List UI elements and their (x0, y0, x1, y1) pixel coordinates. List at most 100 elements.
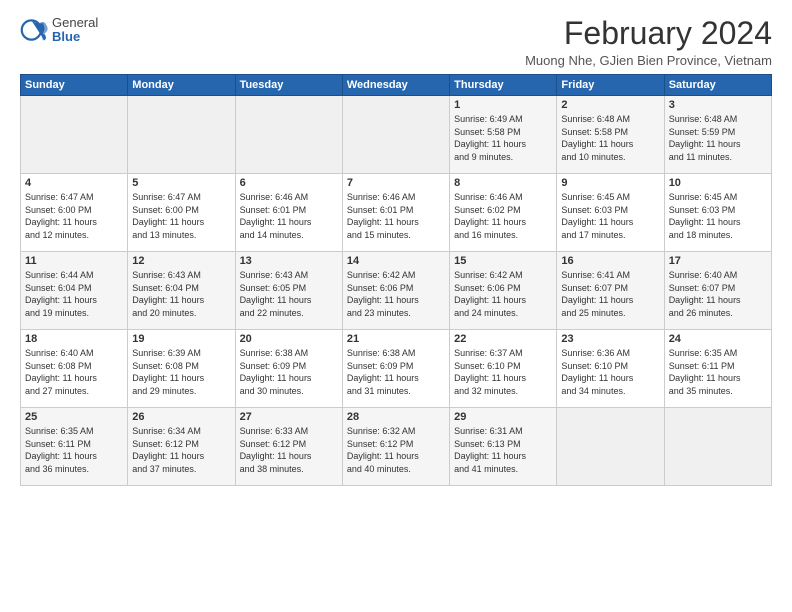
day-info: Sunrise: 6:39 AMSunset: 6:08 PMDaylight:… (132, 347, 230, 397)
day-info: Sunrise: 6:46 AMSunset: 6:01 PMDaylight:… (240, 191, 338, 241)
day-number: 8 (454, 177, 552, 189)
header-row: SundayMondayTuesdayWednesdayThursdayFrid… (21, 75, 772, 96)
calendar-cell (557, 408, 664, 486)
day-number: 26 (132, 411, 230, 423)
calendar-body: 1Sunrise: 6:49 AMSunset: 5:58 PMDaylight… (21, 96, 772, 486)
day-number: 28 (347, 411, 445, 423)
calendar-cell: 28 Sunrise: 6:32 AMSunset: 6:12 PMDayligh… (342, 408, 449, 486)
day-info: Sunrise: 6:41 AMSunset: 6:07 PMDaylight:… (561, 269, 659, 319)
calendar-cell: 19 Sunrise: 6:39 AMSunset: 6:08 PMDayligh… (128, 330, 235, 408)
calendar-cell: 16 Sunrise: 6:41 AMSunset: 6:07 PMDayligh… (557, 252, 664, 330)
day-number: 19 (132, 333, 230, 345)
calendar-cell: 12 Sunrise: 6:43 AMSunset: 6:04 PMDayligh… (128, 252, 235, 330)
day-info: Sunrise: 6:40 AMSunset: 6:07 PMDaylight:… (669, 269, 767, 319)
day-header-tuesday: Tuesday (235, 75, 342, 96)
day-info: Sunrise: 6:32 AMSunset: 6:12 PMDaylight:… (347, 425, 445, 475)
logo-text: General Blue (52, 16, 98, 45)
calendar-cell: 20 Sunrise: 6:38 AMSunset: 6:09 PMDayligh… (235, 330, 342, 408)
calendar-cell: 1Sunrise: 6:49 AMSunset: 5:58 PMDaylight… (450, 96, 557, 174)
day-info: Sunrise: 6:46 AMSunset: 6:02 PMDaylight:… (454, 191, 552, 241)
day-info: Sunrise: 6:35 AMSunset: 6:11 PMDaylight:… (25, 425, 123, 475)
week-row-3: 11Sunrise: 6:44 AMSunset: 6:04 PMDayligh… (21, 252, 772, 330)
day-info: Sunrise: 6:38 AMSunset: 6:09 PMDaylight:… (347, 347, 445, 397)
day-info: Sunrise: 6:36 AMSunset: 6:10 PMDaylight:… (561, 347, 659, 397)
week-row-4: 18 Sunrise: 6:40 AMSunset: 6:08 PMDayligh… (21, 330, 772, 408)
day-info: Sunrise: 6:43 AMSunset: 6:05 PMDaylight:… (240, 269, 338, 319)
calendar-cell: 15 Sunrise: 6:42 AMSunset: 6:06 PMDayligh… (450, 252, 557, 330)
day-info: Sunrise: 6:33 AMSunset: 6:12 PMDaylight:… (240, 425, 338, 475)
day-info: Sunrise: 6:48 AMSunset: 5:58 PMDaylight:… (561, 113, 659, 163)
calendar-cell: 24Sunrise: 6:35 AMSunset: 6:11 PMDayligh… (664, 330, 771, 408)
day-number: 24 (669, 333, 767, 345)
calendar-cell: 23 Sunrise: 6:36 AMSunset: 6:10 PMDayligh… (557, 330, 664, 408)
calendar-cell: 9 Sunrise: 6:45 AMSunset: 6:03 PMDaylight… (557, 174, 664, 252)
calendar-cell (21, 96, 128, 174)
day-number: 15 (454, 255, 552, 267)
day-number: 9 (561, 177, 659, 189)
title-section: February 2024 Muong Nhe, GJien Bien Prov… (525, 16, 772, 68)
day-number: 12 (132, 255, 230, 267)
calendar-cell (235, 96, 342, 174)
logo-blue-text: Blue (52, 30, 98, 44)
day-number: 25 (25, 411, 123, 423)
day-number: 3 (669, 99, 767, 111)
calendar-cell: 27 Sunrise: 6:33 AMSunset: 6:12 PMDayligh… (235, 408, 342, 486)
calendar-cell: 22 Sunrise: 6:37 AMSunset: 6:10 PMDayligh… (450, 330, 557, 408)
day-info: Sunrise: 6:45 AMSunset: 6:03 PMDaylight:… (561, 191, 659, 241)
calendar-cell: 21 Sunrise: 6:38 AMSunset: 6:09 PMDayligh… (342, 330, 449, 408)
calendar-cell: 14Sunrise: 6:42 AMSunset: 6:06 PMDayligh… (342, 252, 449, 330)
day-info: Sunrise: 6:42 AMSunset: 6:06 PMDaylight:… (454, 269, 552, 319)
header: General Blue February 2024 Muong Nhe, GJ… (20, 16, 772, 68)
day-number: 1 (454, 99, 552, 111)
calendar-cell: 3 Sunrise: 6:48 AMSunset: 5:59 PMDaylight… (664, 96, 771, 174)
day-number: 17 (669, 255, 767, 267)
day-info: Sunrise: 6:40 AMSunset: 6:08 PMDaylight:… (25, 347, 123, 397)
calendar-cell: 7Sunrise: 6:46 AMSunset: 6:01 PMDaylight… (342, 174, 449, 252)
day-number: 7 (347, 177, 445, 189)
day-info: Sunrise: 6:43 AMSunset: 6:04 PMDaylight:… (132, 269, 230, 319)
day-header-wednesday: Wednesday (342, 75, 449, 96)
calendar-header: SundayMondayTuesdayWednesdayThursdayFrid… (21, 75, 772, 96)
day-number: 10 (669, 177, 767, 189)
day-info: Sunrise: 6:48 AMSunset: 5:59 PMDaylight:… (669, 113, 767, 163)
calendar-cell: 8 Sunrise: 6:46 AMSunset: 6:02 PMDaylight… (450, 174, 557, 252)
week-row-2: 4Sunrise: 6:47 AMSunset: 6:00 PMDaylight… (21, 174, 772, 252)
calendar-cell: 2Sunrise: 6:48 AMSunset: 5:58 PMDaylight… (557, 96, 664, 174)
calendar-cell: 25 Sunrise: 6:35 AMSunset: 6:11 PMDayligh… (21, 408, 128, 486)
day-number: 6 (240, 177, 338, 189)
calendar-cell: 11Sunrise: 6:44 AMSunset: 6:04 PMDayligh… (21, 252, 128, 330)
week-row-5: 25 Sunrise: 6:35 AMSunset: 6:11 PMDayligh… (21, 408, 772, 486)
day-info: Sunrise: 6:34 AMSunset: 6:12 PMDaylight:… (132, 425, 230, 475)
day-header-saturday: Saturday (664, 75, 771, 96)
day-info: Sunrise: 6:47 AMSunset: 6:00 PMDaylight:… (132, 191, 230, 241)
logo: General Blue (20, 16, 98, 45)
day-number: 5 (132, 177, 230, 189)
logo-icon (20, 16, 48, 44)
calendar-cell: 29Sunrise: 6:31 AMSunset: 6:13 PMDayligh… (450, 408, 557, 486)
day-info: Sunrise: 6:42 AMSunset: 6:06 PMDaylight:… (347, 269, 445, 319)
page: General Blue February 2024 Muong Nhe, GJ… (0, 0, 792, 612)
calendar-cell (664, 408, 771, 486)
calendar-cell: 5 Sunrise: 6:47 AMSunset: 6:00 PMDaylight… (128, 174, 235, 252)
day-info: Sunrise: 6:38 AMSunset: 6:09 PMDaylight:… (240, 347, 338, 397)
day-number: 16 (561, 255, 659, 267)
day-header-thursday: Thursday (450, 75, 557, 96)
day-number: 20 (240, 333, 338, 345)
day-number: 27 (240, 411, 338, 423)
day-number: 29 (454, 411, 552, 423)
day-header-sunday: Sunday (21, 75, 128, 96)
calendar-cell: 18 Sunrise: 6:40 AMSunset: 6:08 PMDayligh… (21, 330, 128, 408)
calendar-cell: 4Sunrise: 6:47 AMSunset: 6:00 PMDaylight… (21, 174, 128, 252)
calendar-cell: 13 Sunrise: 6:43 AMSunset: 6:05 PMDayligh… (235, 252, 342, 330)
day-info: Sunrise: 6:44 AMSunset: 6:04 PMDaylight:… (25, 269, 123, 319)
day-header-friday: Friday (557, 75, 664, 96)
day-info: Sunrise: 6:47 AMSunset: 6:00 PMDaylight:… (25, 191, 123, 241)
calendar-cell: 6 Sunrise: 6:46 AMSunset: 6:01 PMDaylight… (235, 174, 342, 252)
day-number: 21 (347, 333, 445, 345)
day-number: 22 (454, 333, 552, 345)
day-info: Sunrise: 6:37 AMSunset: 6:10 PMDaylight:… (454, 347, 552, 397)
logo-general-text: General (52, 16, 98, 30)
day-number: 23 (561, 333, 659, 345)
day-number: 18 (25, 333, 123, 345)
day-number: 13 (240, 255, 338, 267)
